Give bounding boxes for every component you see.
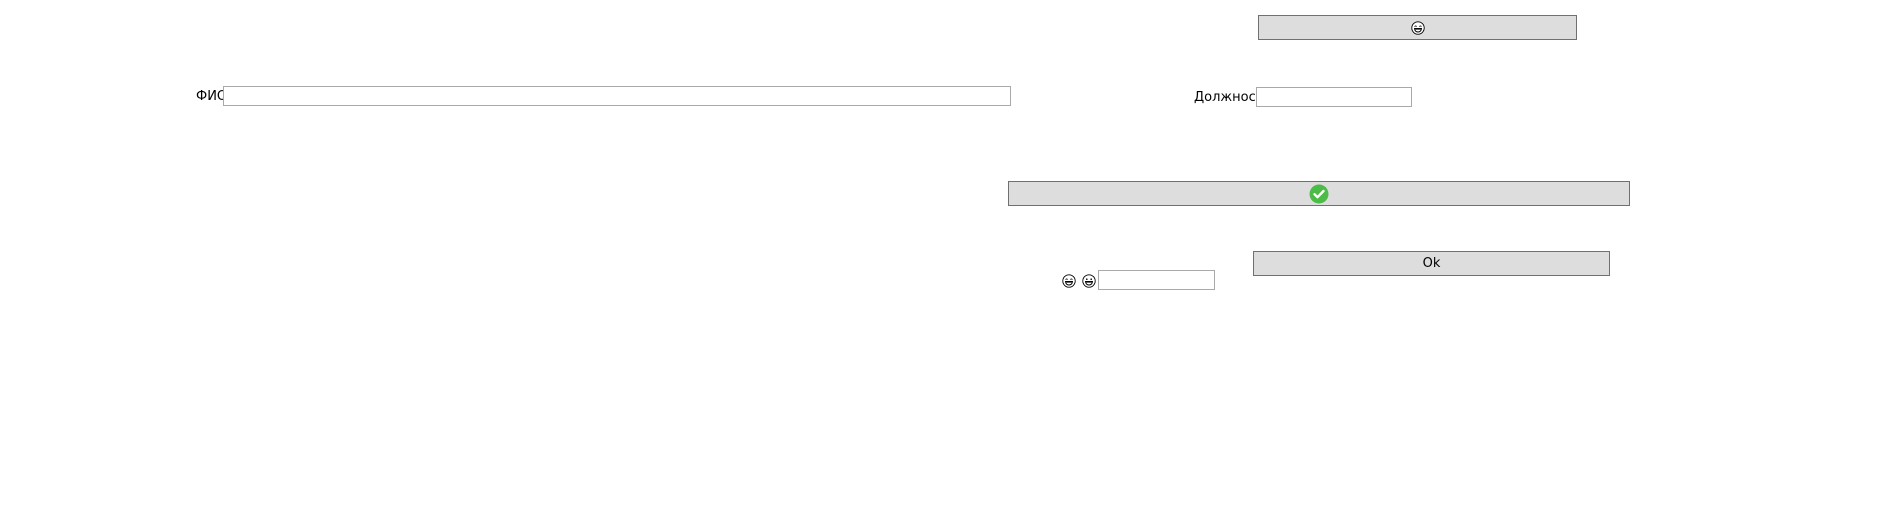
green-checkmark-icon bbox=[1309, 184, 1329, 203]
ok-button[interactable]: Ok bbox=[1253, 251, 1610, 276]
emoji-button[interactable] bbox=[1258, 15, 1577, 40]
laughing-face-icon bbox=[1062, 274, 1076, 288]
emoji-input[interactable] bbox=[1098, 270, 1215, 290]
ok-button-label: Ok bbox=[1422, 256, 1441, 271]
confirm-button[interactable] bbox=[1008, 181, 1630, 206]
position-input[interactable] bbox=[1256, 87, 1412, 107]
fio-input[interactable] bbox=[223, 86, 1011, 106]
laughing-face-icon bbox=[1410, 20, 1425, 35]
grinning-face-icon bbox=[1082, 274, 1096, 288]
